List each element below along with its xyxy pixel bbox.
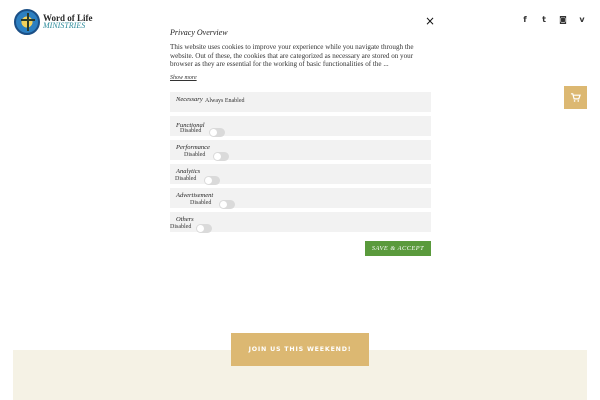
cookie-category-others[interactable]: Others Disabled — [170, 212, 431, 233]
category-name: Others — [176, 216, 194, 223]
join-us-button[interactable]: JOIN US THIS WEEKEND! — [231, 333, 369, 366]
show-more-link[interactable]: Show more — [170, 75, 197, 81]
others-toggle[interactable] — [196, 224, 212, 233]
cookie-category-necessary[interactable]: Necessary Always Enabled — [170, 92, 431, 112]
advertisement-toggle[interactable] — [219, 200, 235, 209]
vimeo-icon[interactable]: v — [578, 15, 586, 25]
category-name: Performance — [176, 144, 210, 151]
category-status: Disabled — [180, 128, 202, 134]
category-status: Disabled — [170, 224, 192, 230]
category-status: Disabled — [184, 152, 206, 158]
modal-description: This website uses cookies to improve you… — [170, 43, 414, 69]
instagram-icon[interactable]: ◙ — [559, 15, 567, 25]
category-name: Advertisement — [176, 192, 214, 199]
functional-toggle[interactable] — [209, 128, 225, 137]
social-links: f t ◙ v — [521, 15, 586, 25]
category-status: Disabled — [190, 200, 212, 206]
logo-cross-icon — [14, 9, 40, 35]
logo-subtitle: MINISTRIES — [43, 21, 86, 30]
cookie-category-advertisement[interactable]: Advertisement Disabled — [170, 188, 431, 209]
save-accept-button[interactable]: SAVE & ACCEPT — [365, 241, 431, 256]
cookie-category-performance[interactable]: Performance Disabled — [170, 140, 431, 161]
category-name: Necessary — [176, 96, 203, 103]
category-name: Analytics — [176, 168, 201, 175]
facebook-icon[interactable]: f — [521, 15, 529, 25]
category-status: Always Enabled — [205, 98, 245, 104]
modal-title: Privacy Overview — [170, 28, 228, 37]
cart-icon — [570, 93, 581, 102]
cookie-category-analytics[interactable]: Analytics Disabled — [170, 164, 431, 185]
category-status: Disabled — [175, 176, 197, 182]
performance-toggle[interactable] — [213, 152, 229, 161]
twitter-icon[interactable]: t — [540, 15, 548, 25]
close-icon[interactable]: × — [423, 14, 437, 28]
cart-button[interactable] — [564, 86, 587, 109]
analytics-toggle[interactable] — [204, 176, 220, 185]
site-logo[interactable]: Word of Life MINISTRIES — [14, 8, 93, 36]
cookie-category-functional[interactable]: Functional Disabled — [170, 116, 431, 137]
